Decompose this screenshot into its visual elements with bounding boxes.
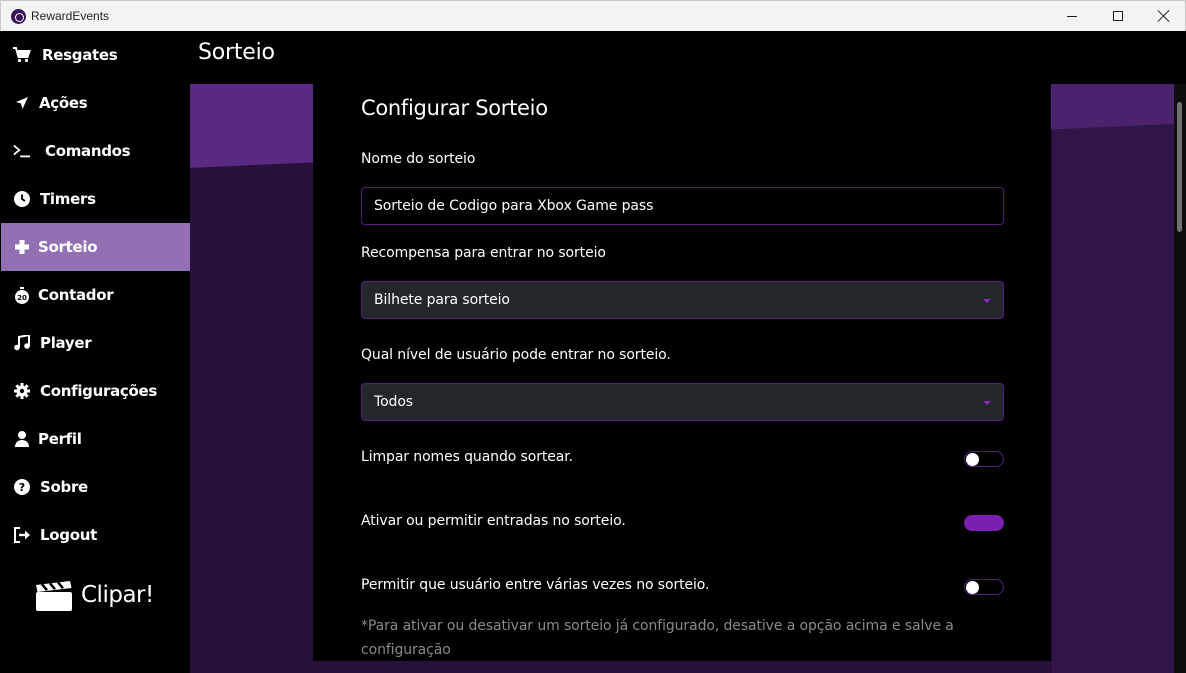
cart-icon <box>13 46 31 64</box>
clip-button[interactable]: Clipar! <box>35 579 165 615</box>
sidebar-item-label: Timers <box>40 190 96 208</box>
multiple-entries-label: Permitir que usuário entre várias vezes … <box>361 577 710 593</box>
app-logo-icon <box>11 9 26 24</box>
user-level-label: Qual nível de usuário pode entrar no sor… <box>361 347 671 363</box>
send-arrow-icon <box>13 94 31 112</box>
close-icon <box>1157 9 1171 23</box>
clear-names-toggle[interactable] <box>964 451 1004 467</box>
maximize-button[interactable] <box>1095 1 1141 31</box>
sidebar-item-perfil[interactable]: Perfil <box>1 415 190 463</box>
sidebar-item-label: Sorteio <box>38 238 98 256</box>
sidebar-item-label: Configurações <box>40 382 157 400</box>
sidebar-item-logout[interactable]: Logout <box>1 511 190 559</box>
reward-select-value: Bilhete para sorteio <box>374 292 510 308</box>
sidebar-item-player[interactable]: Player <box>1 319 190 367</box>
sidebar-item-acoes[interactable]: Ações <box>1 79 190 127</box>
sidebar-item-sobre[interactable]: ? Sobre <box>1 463 190 511</box>
form-title: Configurar Sorteio <box>361 96 548 120</box>
clock-icon <box>13 190 31 208</box>
sidebar-item-label: Logout <box>40 526 97 544</box>
raffle-name-label: Nome do sorteio <box>361 151 476 167</box>
stopwatch-icon: 20 <box>13 286 31 304</box>
svg-text:20: 20 <box>17 294 27 302</box>
reward-select[interactable]: Bilhete para sorteio <box>361 281 1004 319</box>
sidebar-item-contador[interactable]: 20 Contador <box>1 271 190 319</box>
svg-text:?: ? <box>19 481 25 494</box>
sidebar-item-label: Ações <box>39 94 88 112</box>
window-title: RewardEvents <box>31 9 110 23</box>
title-bar: RewardEvents <box>0 0 1186 31</box>
user-level-select-value: Todos <box>374 394 413 410</box>
music-note-icon <box>13 334 31 352</box>
sidebar-item-label: Perfil <box>38 430 82 448</box>
enable-entries-toggle[interactable] <box>964 515 1004 531</box>
sidebar: Resgates Ações Comandos Timers Sorteio 2… <box>1 31 190 673</box>
chevron-down-icon <box>983 401 991 405</box>
user-icon <box>13 430 31 448</box>
sidebar-item-label: Sobre <box>40 478 88 496</box>
gear-icon <box>13 382 31 400</box>
help-note: *Para ativar ou desativar um sorteio já … <box>361 618 954 658</box>
user-level-select[interactable]: Todos <box>361 383 1004 421</box>
chevron-down-icon <box>983 299 991 303</box>
maximize-icon <box>1113 11 1123 21</box>
multiple-entries-toggle[interactable] <box>964 579 1004 595</box>
sidebar-item-label: Player <box>40 334 92 352</box>
toggle-knob <box>966 581 979 594</box>
clip-label: Clipar! <box>81 582 154 608</box>
plus-icon <box>13 238 31 256</box>
scrollbar[interactable] <box>1174 84 1186 673</box>
sidebar-item-label: Resgates <box>42 46 118 64</box>
scrollbar-thumb[interactable] <box>1177 102 1182 232</box>
close-button[interactable] <box>1141 1 1186 31</box>
sidebar-item-sorteio[interactable]: Sorteio <box>1 223 190 271</box>
page-title: Sorteio <box>198 40 275 65</box>
sidebar-item-label: Comandos <box>45 142 131 160</box>
clapperboard-icon <box>35 580 73 612</box>
minimize-button[interactable] <box>1049 1 1095 31</box>
toggle-knob <box>988 517 1001 530</box>
sidebar-item-timers[interactable]: Timers <box>1 175 190 223</box>
minimize-icon <box>1067 15 1077 17</box>
help-icon: ? <box>13 478 31 496</box>
terminal-icon <box>13 142 31 160</box>
sidebar-item-label: Contador <box>38 286 114 304</box>
raffle-config-panel <box>313 84 1051 661</box>
sidebar-item-configuracoes[interactable]: Configurações <box>1 367 190 415</box>
reward-label: Recompensa para entrar no sorteio <box>361 245 606 261</box>
sidebar-item-comandos[interactable]: Comandos <box>1 127 190 175</box>
raffle-name-input[interactable] <box>361 187 1004 225</box>
toggle-knob <box>966 453 979 466</box>
logout-icon <box>13 526 31 544</box>
sidebar-item-resgates[interactable]: Resgates <box>1 31 190 79</box>
enable-entries-label: Ativar ou permitir entradas no sorteio. <box>361 513 626 529</box>
clear-names-label: Limpar nomes quando sortear. <box>361 449 573 465</box>
